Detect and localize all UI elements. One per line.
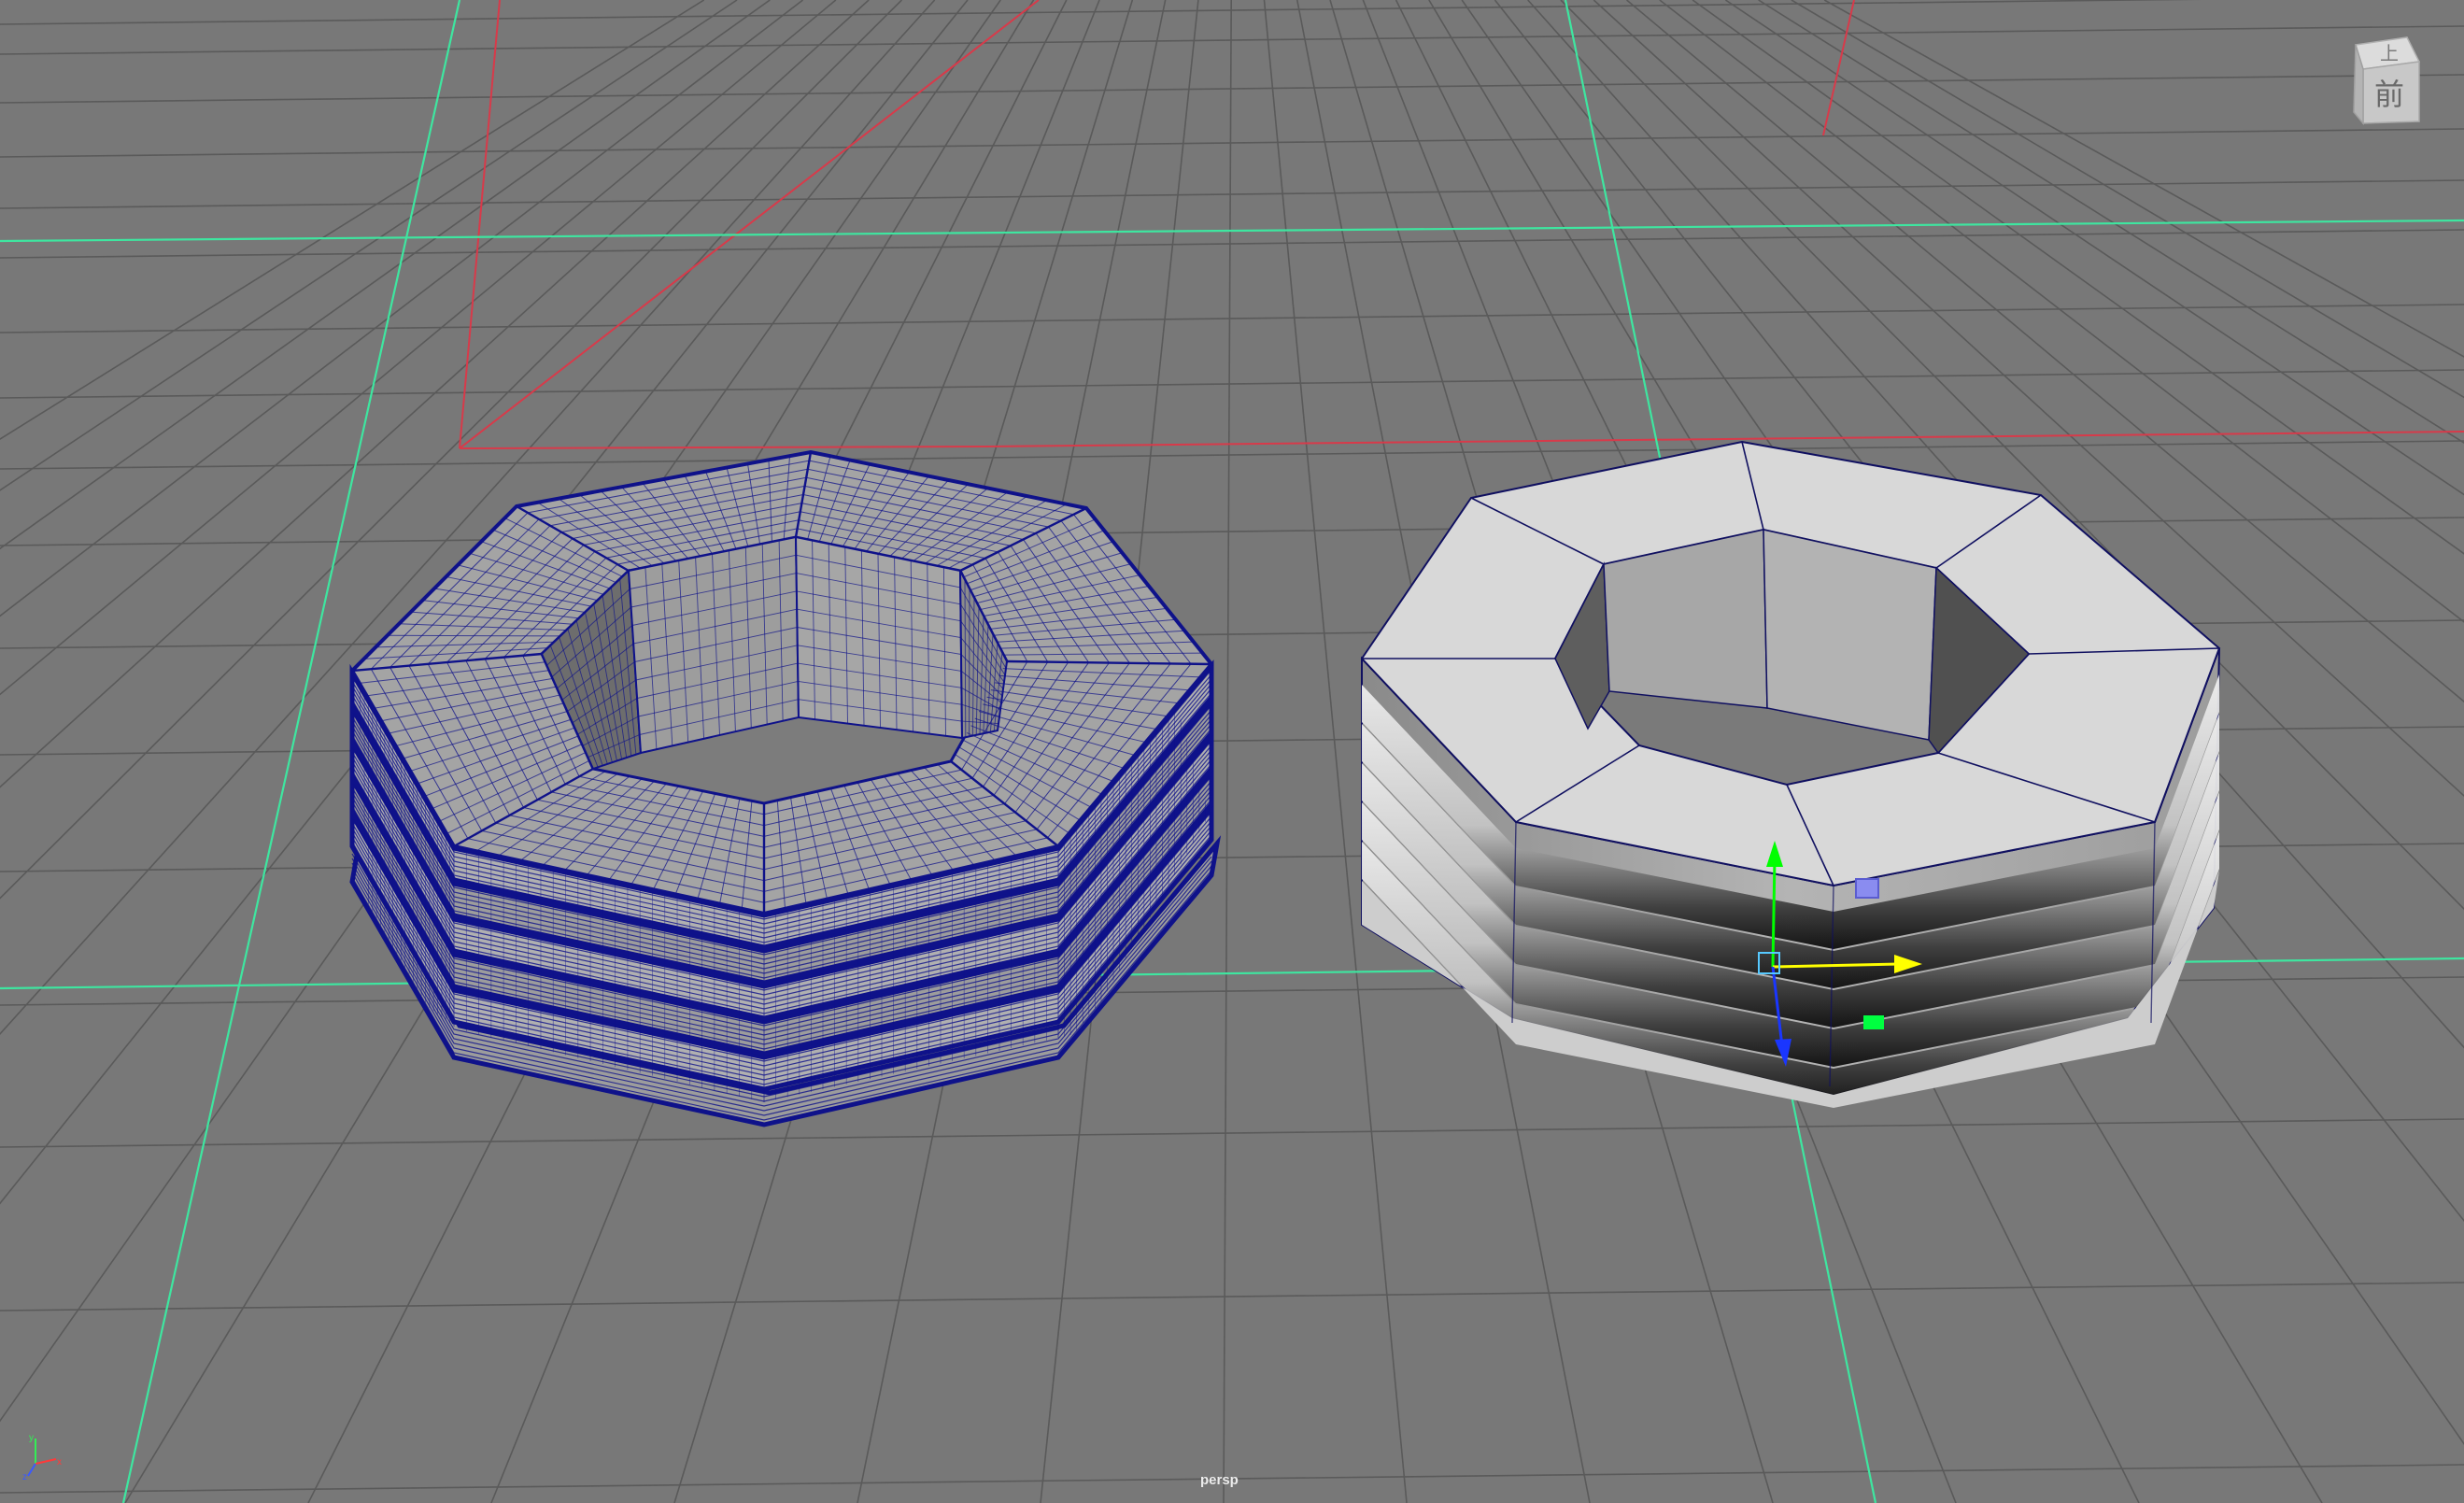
view-cube-top-label[interactable]: 上 xyxy=(2380,42,2399,64)
svg-text:x: x xyxy=(57,1457,62,1468)
perspective-viewport[interactable]: 上 前 y x z persp xyxy=(0,0,2464,1503)
xyz-axis-icon: y x z xyxy=(22,1433,62,1482)
shaded-mesh[interactable] xyxy=(1360,440,2221,1108)
wireframe-mesh[interactable] xyxy=(349,449,1222,1127)
view-cube-front-label[interactable]: 前 xyxy=(2374,77,2404,112)
camera-name-label: persp xyxy=(1200,1472,1239,1488)
view-cube-icon[interactable]: 上 前 xyxy=(2353,36,2421,126)
svg-text:y: y xyxy=(29,1433,34,1443)
svg-text:z: z xyxy=(22,1472,27,1482)
